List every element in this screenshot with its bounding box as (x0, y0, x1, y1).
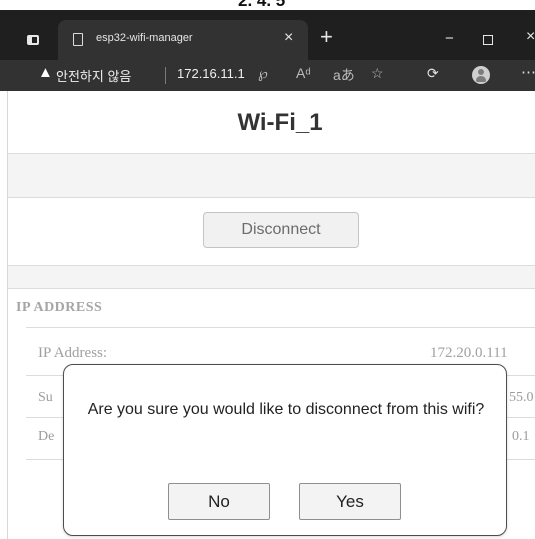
tab-actions-icon[interactable] (27, 35, 39, 45)
security-status-label[interactable]: 안전하지 않음 (56, 66, 131, 85)
caption-text: 2. 4. 5 (238, 0, 286, 10)
gateway-value-partial: 0.1 (512, 429, 530, 444)
address-bar: ▲ 안전하지 않음 172.16.11.1 ℘ Aᵈ aあ ☆ ⟳ ⋯ (0, 60, 535, 91)
search-key-icon[interactable]: ℘ (258, 65, 268, 82)
maximize-icon[interactable] (483, 35, 493, 45)
section-heading-ip-address: IP ADDRESS (16, 300, 103, 315)
warning-icon[interactable]: ▲ (38, 64, 53, 81)
divider (8, 197, 535, 198)
subnet-label-partial: Su (38, 390, 53, 405)
tab-close-icon[interactable]: × (284, 29, 293, 47)
more-icon[interactable]: ⋯ (521, 63, 535, 81)
divider (26, 327, 535, 328)
gateway-label-partial: De (38, 429, 55, 444)
divider (8, 288, 535, 289)
ip-address-value: 172.20.0.111 (430, 345, 508, 361)
disconnect-button[interactable]: Disconnect (203, 212, 359, 248)
browser-tab-bar: esp32-wifi-manager × + − × (0, 10, 535, 60)
extensions-icon[interactable]: ⟳ (427, 65, 439, 82)
new-tab-icon[interactable]: + (320, 26, 333, 48)
minimize-icon[interactable]: − (445, 30, 454, 47)
profile-icon[interactable] (472, 66, 490, 84)
address-separator (165, 67, 166, 84)
page-icon (73, 33, 83, 46)
top-caption: 2. 4. 5 (0, 0, 535, 10)
ip-address-label: IP Address: (38, 345, 108, 361)
page-edge (7, 91, 8, 539)
yes-button[interactable]: Yes (299, 483, 401, 520)
favorite-icon[interactable]: ☆ (371, 65, 384, 82)
read-aloud-icon[interactable]: Aᵈ (296, 65, 311, 81)
subnet-value-partial: 55.0 (509, 390, 534, 405)
translate-icon[interactable]: aあ (333, 65, 355, 85)
tab-title: esp32-wifi-manager (96, 32, 193, 44)
page-title: Wi-Fi_1 (237, 109, 323, 136)
gray-band (8, 266, 535, 288)
window-close-icon[interactable]: × (526, 28, 535, 46)
browser-tab[interactable]: esp32-wifi-manager × (58, 20, 308, 60)
gray-band (8, 154, 535, 197)
url-field[interactable]: 172.16.11.1 (177, 66, 245, 81)
dialog-message: Are you sure you would like to disconnec… (87, 401, 485, 418)
no-button[interactable]: No (168, 483, 270, 520)
confirm-dialog: Are you sure you would like to disconnec… (63, 364, 507, 536)
